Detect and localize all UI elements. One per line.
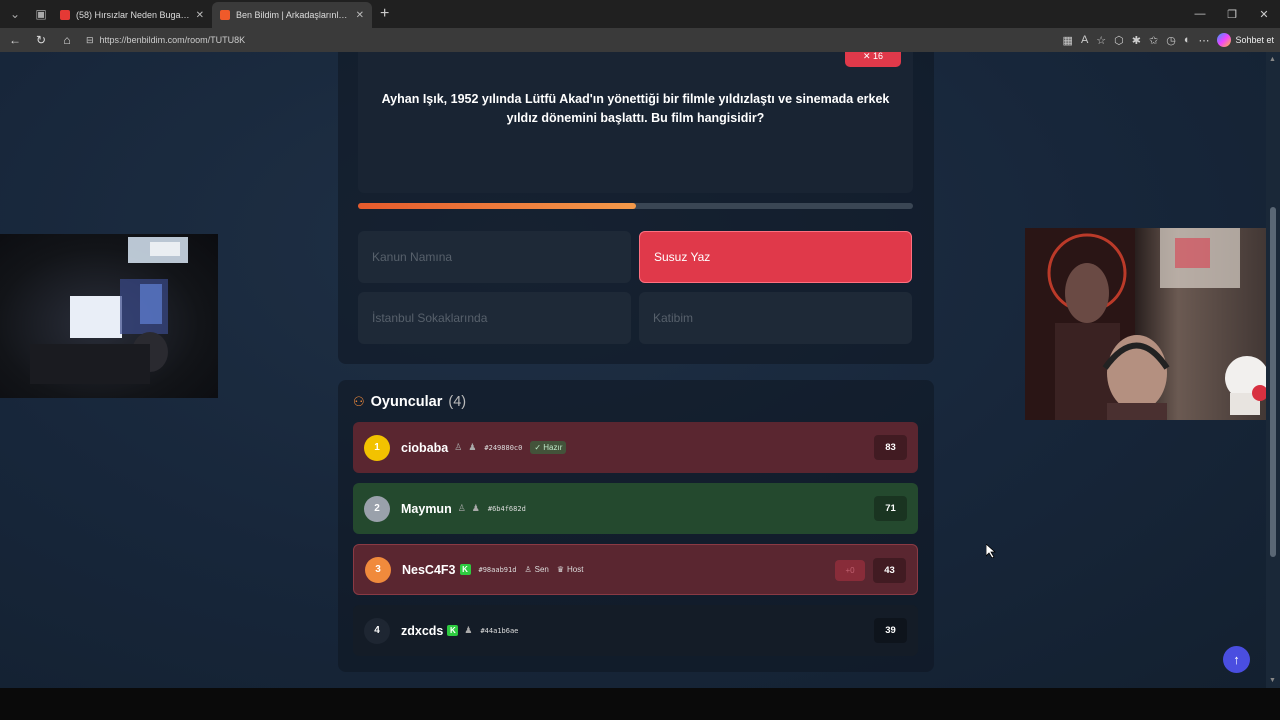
collections-icon[interactable]: ▣ [30, 3, 52, 25]
question-panel: ✕ 16 Ayhan Işık, 1952 yılında Lütfü Akad… [338, 52, 934, 364]
progress-bar [358, 203, 913, 209]
site-info-icon[interactable]: ⊟ [86, 35, 94, 46]
webcam-room-view [0, 234, 218, 398]
window-controls: — ❐ ✕ [1184, 0, 1280, 28]
puzzle-icon[interactable]: ✱ [1132, 34, 1141, 47]
room-scene-image [30, 237, 188, 384]
host-tag: ♛ Host [556, 565, 584, 574]
player-name: NesC4F3 [402, 562, 456, 577]
back-icon[interactable]: ← [4, 29, 26, 51]
user-add-icon[interactable]: ♟ [468, 442, 476, 453]
scrollbar-thumb[interactable] [1270, 207, 1276, 557]
player-name: ciobaba [401, 440, 449, 455]
timer-badge: ✕ 16 [845, 52, 901, 67]
players-count: (4) [448, 394, 467, 410]
players-panel: ⚇ Oyuncular (4) 1 ciobaba ♙ ♟ #249880c0 … [338, 380, 934, 672]
extensions-icon[interactable]: ⬡ [1114, 34, 1124, 47]
rank-badge: 1 [364, 434, 390, 461]
address-bar: ← ↻ ⌂ ⊟ https://benbildim.com/room/TUTU8… [0, 28, 1280, 52]
bottom-bar [0, 688, 1280, 720]
player-score: 71 [874, 496, 907, 521]
you-label: Sen [534, 565, 549, 574]
ready-label: Hazır [543, 443, 563, 452]
tab-youtube[interactable]: (58) Hırsızlar Neden Bugatti Çalma ✕ [52, 2, 212, 28]
player-score: 39 [874, 618, 907, 643]
player-id: #249880c0 [484, 443, 523, 452]
player-id: #6b4f682d [487, 504, 526, 513]
tab-label: Ben Bildim | Arkadaşlarınla Oy [236, 10, 350, 20]
benbildim-icon [220, 10, 230, 20]
users-icon: ⚇ [353, 394, 365, 409]
host-label: Host [567, 565, 584, 574]
webcam-streamer [1025, 228, 1280, 420]
copilot-label: Sohbet et [1235, 35, 1274, 45]
answer-option-4[interactable]: Katibim [639, 292, 912, 344]
user-icon: ♙ [457, 503, 466, 513]
answer-option-1[interactable]: Kanun Namına [358, 231, 631, 283]
minimize-button[interactable]: — [1184, 0, 1216, 28]
player-score: 43 [873, 558, 906, 583]
web-page: ✕ 16 Ayhan Işık, 1952 yılında Lütfü Akad… [0, 52, 1280, 688]
ready-badge: ✓ Hazır [530, 441, 567, 454]
you-tag: ♙ Sen [524, 565, 549, 574]
progress-fill [358, 203, 636, 209]
profile-icon[interactable]: ◐ [1184, 34, 1191, 46]
close-icon[interactable]: ✕ [196, 10, 204, 21]
rank-badge: 3 [365, 556, 391, 583]
score-delta: +0 [835, 560, 865, 581]
refresh-icon[interactable]: ↻ [30, 29, 52, 51]
players-title: Oyuncular [370, 394, 443, 410]
players-header: ⚇ Oyuncular (4) [353, 394, 466, 410]
app-icon[interactable]: ▦ [1063, 34, 1073, 47]
rank-badge: 2 [364, 495, 390, 522]
scroll-up-icon[interactable]: ▲ [1269, 56, 1276, 63]
copilot-button[interactable]: Sohbet et [1217, 33, 1274, 47]
player-row[interactable]: 4 zdxcds K ♟ #44a1b6ae 39 [353, 605, 918, 656]
close-icon[interactable]: ✕ [356, 10, 364, 21]
verified-icon: K [459, 564, 471, 575]
user-icon: ♙ [454, 442, 463, 452]
new-tab-button[interactable]: + [380, 5, 389, 23]
player-row-self[interactable]: 3 NesC4F3 K #98aab91d ♙ Sen ♛ Host +0 43 [353, 544, 918, 595]
copilot-icon [1217, 33, 1232, 47]
scroll-to-top-button[interactable]: ↑ [1223, 646, 1250, 673]
question-card: ✕ 16 Ayhan Işık, 1952 yılında Lütfü Akad… [358, 52, 913, 193]
home-icon[interactable]: ⌂ [56, 29, 78, 51]
more-icon[interactable]: ⋯ [1198, 34, 1209, 47]
page-scrollbar[interactable]: ▲ ▼ [1266, 52, 1280, 688]
tab-actions-icon[interactable]: ⌄ [4, 3, 26, 25]
answer-option-2[interactable]: Susuz Yaz [639, 231, 912, 283]
tab-label: (58) Hırsızlar Neden Bugatti Çalma [76, 10, 190, 20]
streamer-scene-image [1025, 228, 1269, 420]
close-window-button[interactable]: ✕ [1248, 0, 1280, 28]
player-score: 83 [874, 435, 907, 460]
player-name: zdxcds [401, 623, 444, 638]
user-add-icon[interactable]: ♟ [472, 503, 480, 514]
youtube-icon [60, 10, 70, 20]
maximize-button[interactable]: ❐ [1216, 0, 1248, 28]
player-id: #98aab91d [478, 565, 517, 574]
user-add-icon[interactable]: ♟ [464, 625, 472, 636]
player-row[interactable]: 2 Maymun ♙ ♟ #6b4f682d 71 [353, 483, 918, 534]
player-id: #44a1b6ae [480, 626, 519, 635]
read-aloud-icon[interactable]: A [1081, 34, 1088, 46]
player-name: Maymun [401, 501, 452, 516]
url-field[interactable]: ⊟ https://benbildim.com/room/TUTU8K [86, 35, 986, 46]
url-text: https://benbildim.com/room/TUTU8K [99, 35, 246, 45]
toolbar: ▦ A ☆ ⬡ ✱ ✩ ◷ ◐ ⋯ Sohbet et [1063, 28, 1274, 52]
favorites-icon[interactable]: ✩ [1149, 34, 1158, 47]
tab-benbildim[interactable]: Ben Bildim | Arkadaşlarınla Oy ✕ [212, 2, 372, 28]
player-row[interactable]: 1 ciobaba ♙ ♟ #249880c0 ✓ Hazır 83 [353, 422, 918, 473]
favorite-star-icon[interactable]: ☆ [1096, 34, 1106, 47]
scroll-down-icon[interactable]: ▼ [1269, 677, 1276, 684]
mouse-cursor-icon [985, 543, 997, 563]
history-icon[interactable]: ◷ [1166, 34, 1176, 47]
browser-tab-bar: ⌄ ▣ (58) Hırsızlar Neden Bugatti Çalma ✕… [0, 0, 1280, 28]
answer-option-3[interactable]: İstanbul Sokaklarında [358, 292, 631, 344]
question-text: Ayhan Işık, 1952 yılında Lütfü Akad'ın y… [381, 92, 890, 125]
rank-badge: 4 [364, 617, 390, 644]
verified-icon: K [447, 625, 459, 636]
